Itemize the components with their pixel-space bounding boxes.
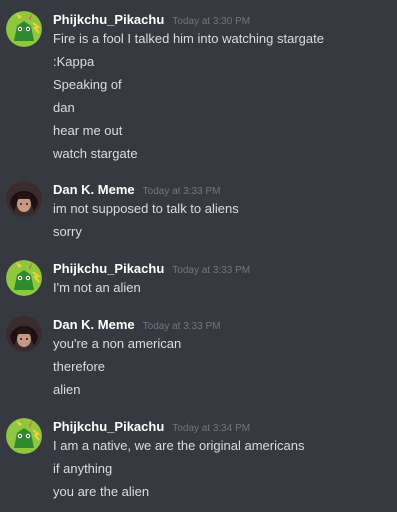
message-header: Phijkchu_Pikachu Today at 3:33 PM: [53, 260, 250, 278]
message-line: if anything: [53, 461, 113, 476]
timestamp: Today at 3:33 PM: [142, 321, 221, 332]
pikachu-avatar-icon[interactable]: [6, 260, 42, 296]
message-header: Phijkchu_Pikachu Today at 3:30 PM: [53, 11, 250, 29]
username[interactable]: Phijkchu_Pikachu: [53, 261, 164, 276]
dark-hair-avatar-icon[interactable]: [6, 181, 42, 217]
pikachu-avatar-icon[interactable]: [6, 418, 42, 454]
message-line: watch stargate: [53, 146, 138, 161]
chat-message-list: Phijkchu_Pikachu Today at 3:30 PM Fire is…: [0, 0, 397, 512]
timestamp: Today at 3:33 PM: [172, 265, 251, 276]
pikachu-avatar-icon[interactable]: [6, 11, 42, 47]
message-line: I'm not an alien: [53, 280, 141, 295]
message-header: Phijkchu_Pikachu Today at 3:34 PM: [53, 418, 250, 436]
message-line: alien: [53, 382, 81, 397]
timestamp: Today at 3:34 PM: [172, 423, 251, 434]
message-line: you're a non american: [53, 336, 182, 351]
message-header: Dan K. Meme Today at 3:33 PM: [53, 181, 220, 199]
message-line: Fire is a fool I talked him into watchin…: [53, 31, 324, 46]
message-line: you are the alien: [53, 484, 150, 499]
dark-hair-avatar-icon[interactable]: [6, 316, 42, 352]
timestamp: Today at 3:30 PM: [172, 16, 251, 27]
message-line: dan: [53, 100, 75, 115]
message-header: Dan K. Meme Today at 3:33 PM: [53, 316, 220, 334]
username[interactable]: Phijkchu_Pikachu: [53, 419, 164, 434]
message-line: I am a native, we are the original ameri…: [53, 438, 305, 453]
message-line: im not supposed to talk to aliens: [53, 201, 239, 216]
message-line: Speaking of: [53, 77, 122, 92]
message-line: :Kappa: [53, 54, 95, 69]
username[interactable]: Dan K. Meme: [53, 182, 135, 197]
message-line: sorry: [53, 224, 82, 239]
message-line: therefore: [53, 359, 106, 374]
username[interactable]: Phijkchu_Pikachu: [53, 12, 164, 27]
timestamp: Today at 3:33 PM: [142, 186, 221, 197]
message-line: hear me out: [53, 123, 123, 138]
username[interactable]: Dan K. Meme: [53, 317, 135, 332]
